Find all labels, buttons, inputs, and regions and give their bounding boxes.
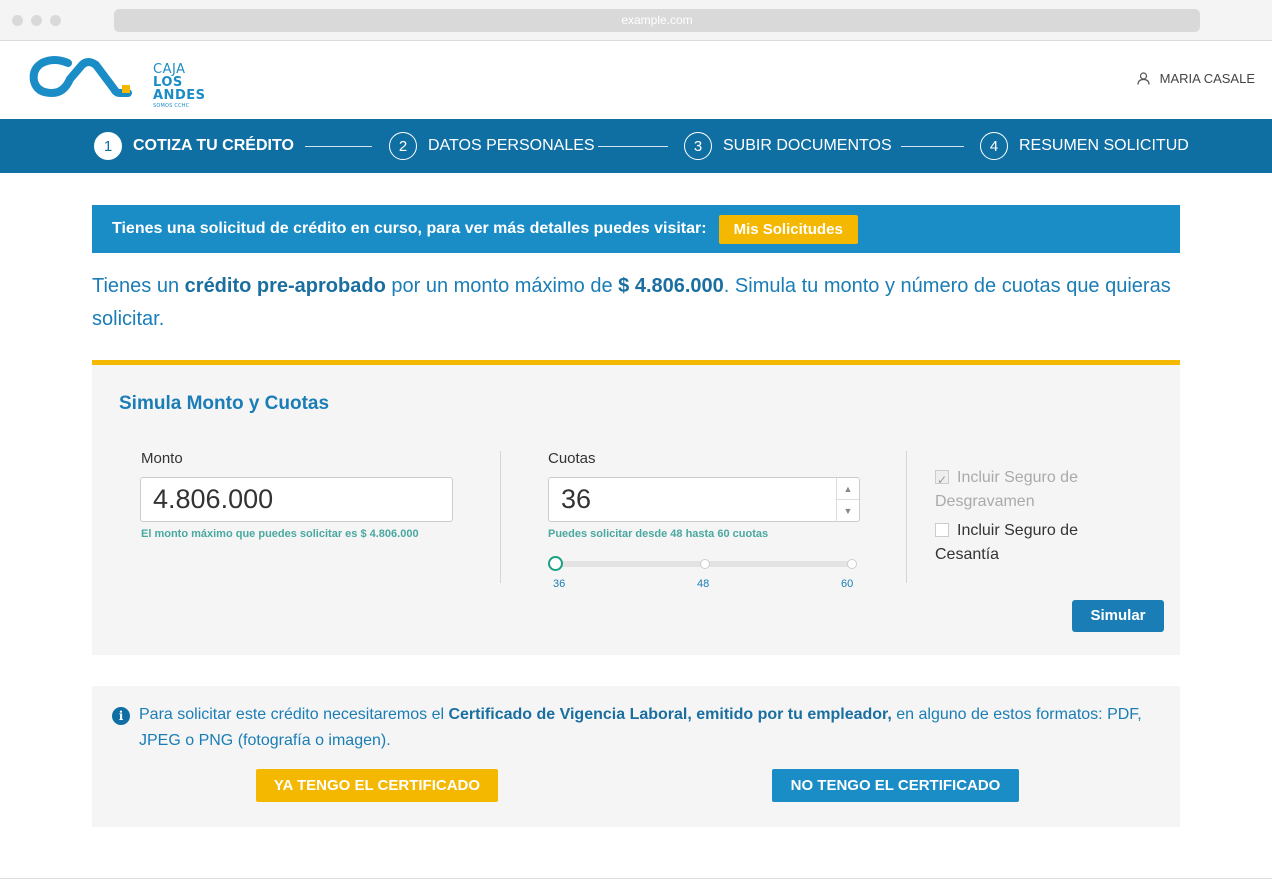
step-number: 1 [94, 132, 122, 160]
seguro-desgravamen-label: Incluir Seguro de Desgravamen [935, 469, 1078, 510]
simulation-card: Simula Monto y Cuotas Monto 4.806.000 El… [92, 360, 1180, 655]
caja-los-andes-logo[interactable]: CAJA LOS ANDES SOMOS CCHC [28, 51, 218, 111]
step-cotiza[interactable]: 1 COTIZA TU CRÉDITO [94, 132, 294, 160]
logo-text: CAJA LOS ANDES SOMOS CCHC [153, 63, 205, 110]
seguro-cesantia-label: Incluir Seguro de Cesantía [935, 522, 1078, 563]
monto-label: Monto [141, 450, 183, 467]
window-controls [12, 15, 61, 26]
logo-line-3: ANDES [153, 88, 206, 103]
column-divider [500, 451, 501, 583]
page-bottom-divider [0, 878, 1272, 879]
step-subir-documentos[interactable]: 3 SUBIR DOCUMENTOS [684, 132, 892, 160]
monto-input[interactable]: 4.806.000 [140, 477, 453, 522]
slider-tick-label: 60 [841, 578, 854, 590]
slider-handle[interactable] [548, 556, 563, 571]
window-dot-close[interactable] [12, 15, 23, 26]
step-label: SUBIR DOCUMENTOS [723, 137, 892, 154]
intro-highlight-monto: $ 4.806.000 [618, 275, 724, 297]
cuotas-value: 36 [561, 484, 592, 514]
pending-request-banner: Tienes una solicitud de crédito en curso… [92, 205, 1180, 253]
monto-hint: El monto máximo que puedes solicitar es … [141, 528, 419, 540]
site-header: CAJA LOS ANDES SOMOS CCHC MARIA CASALE [0, 41, 1272, 119]
banner-text: Tienes una solicitud de crédito en curso… [112, 220, 707, 237]
step-connector [305, 146, 372, 147]
user-menu[interactable]: MARIA CASALE [1137, 71, 1255, 86]
info-icon: i [112, 707, 130, 725]
chevron-up-icon[interactable]: ▲ [837, 478, 859, 500]
chevron-down-icon[interactable]: ▼ [837, 500, 859, 521]
seguro-desgravamen-option: ✓ Incluir Seguro de Desgravamen [935, 466, 1115, 514]
mis-solicitudes-button[interactable]: Mis Solicitudes [718, 214, 858, 244]
window-dot-minimize[interactable] [31, 15, 42, 26]
cuotas-input[interactable]: 36 ▲ ▼ [548, 477, 860, 522]
user-icon [1137, 72, 1150, 85]
user-name: MARIA CASALE [1159, 71, 1255, 86]
info-highlight: Certificado de Vigencia Laboral, emitido… [448, 706, 892, 723]
cuotas-stepper[interactable]: ▲ ▼ [836, 478, 859, 522]
logo-mark-icon [29, 56, 132, 97]
certificate-info-text: Para solicitar este crédito necesitaremo… [139, 702, 1149, 754]
simulation-title: Simula Monto y Cuotas [119, 393, 330, 414]
intro-text-2: por un monto máximo de [385, 275, 619, 297]
info-text-1: Para solicitar este crédito necesitaremo… [139, 706, 449, 723]
progress-stepper: 1 COTIZA TU CRÉDITO 2 DATOS PERSONALES 3… [0, 119, 1272, 173]
slider-tick-label: 48 [697, 578, 710, 590]
column-divider [906, 451, 907, 583]
no-tengo-certificado-button[interactable]: NO TENGO EL CERTIFICADO [772, 769, 1019, 802]
window-dot-maximize[interactable] [50, 15, 61, 26]
certificate-info-card: i Para solicitar este crédito necesitare… [92, 686, 1180, 827]
preapproved-message: Tienes un crédito pre-aprobado por un mo… [92, 270, 1192, 336]
browser-chrome: example.com [0, 0, 1272, 41]
cuotas-hint: Puedes solicitar desde 48 hasta 60 cuota… [548, 528, 769, 540]
step-number: 4 [980, 132, 1008, 160]
step-connector [901, 146, 964, 147]
seguro-cesantia-checkbox[interactable] [935, 523, 949, 537]
step-label: DATOS PERSONALES [428, 137, 595, 154]
seguro-cesantia-option[interactable]: Incluir Seguro de Cesantía [935, 519, 1115, 567]
step-datos-personales[interactable]: 2 DATOS PERSONALES [389, 132, 595, 160]
step-label: COTIZA TU CRÉDITO [133, 137, 294, 154]
check-icon: ✓ [937, 473, 948, 487]
ya-tengo-certificado-button[interactable]: YA TENGO EL CERTIFICADO [256, 769, 498, 802]
step-connector [598, 146, 668, 147]
slider-stop [700, 559, 710, 569]
step-number: 3 [684, 132, 712, 160]
step-resumen-solicitud[interactable]: 4 RESUMEN SOLICITUD [980, 132, 1189, 160]
cuotas-label: Cuotas [548, 450, 596, 467]
url-bar[interactable]: example.com [114, 9, 1200, 32]
intro-text-1: Tienes un [92, 275, 185, 297]
simular-button[interactable]: Simular [1072, 600, 1164, 632]
step-label: RESUMEN SOLICITUD [1019, 137, 1189, 154]
step-number: 2 [389, 132, 417, 160]
seguro-desgravamen-checkbox: ✓ [935, 470, 949, 487]
logo-line-4: SOMOS CCHC [153, 103, 190, 109]
slider-tick-label: 36 [553, 578, 566, 590]
cuotas-slider[interactable] [548, 556, 857, 571]
intro-highlight-preaprobado: crédito pre-aprobado [184, 275, 386, 297]
slider-stop [847, 559, 857, 569]
